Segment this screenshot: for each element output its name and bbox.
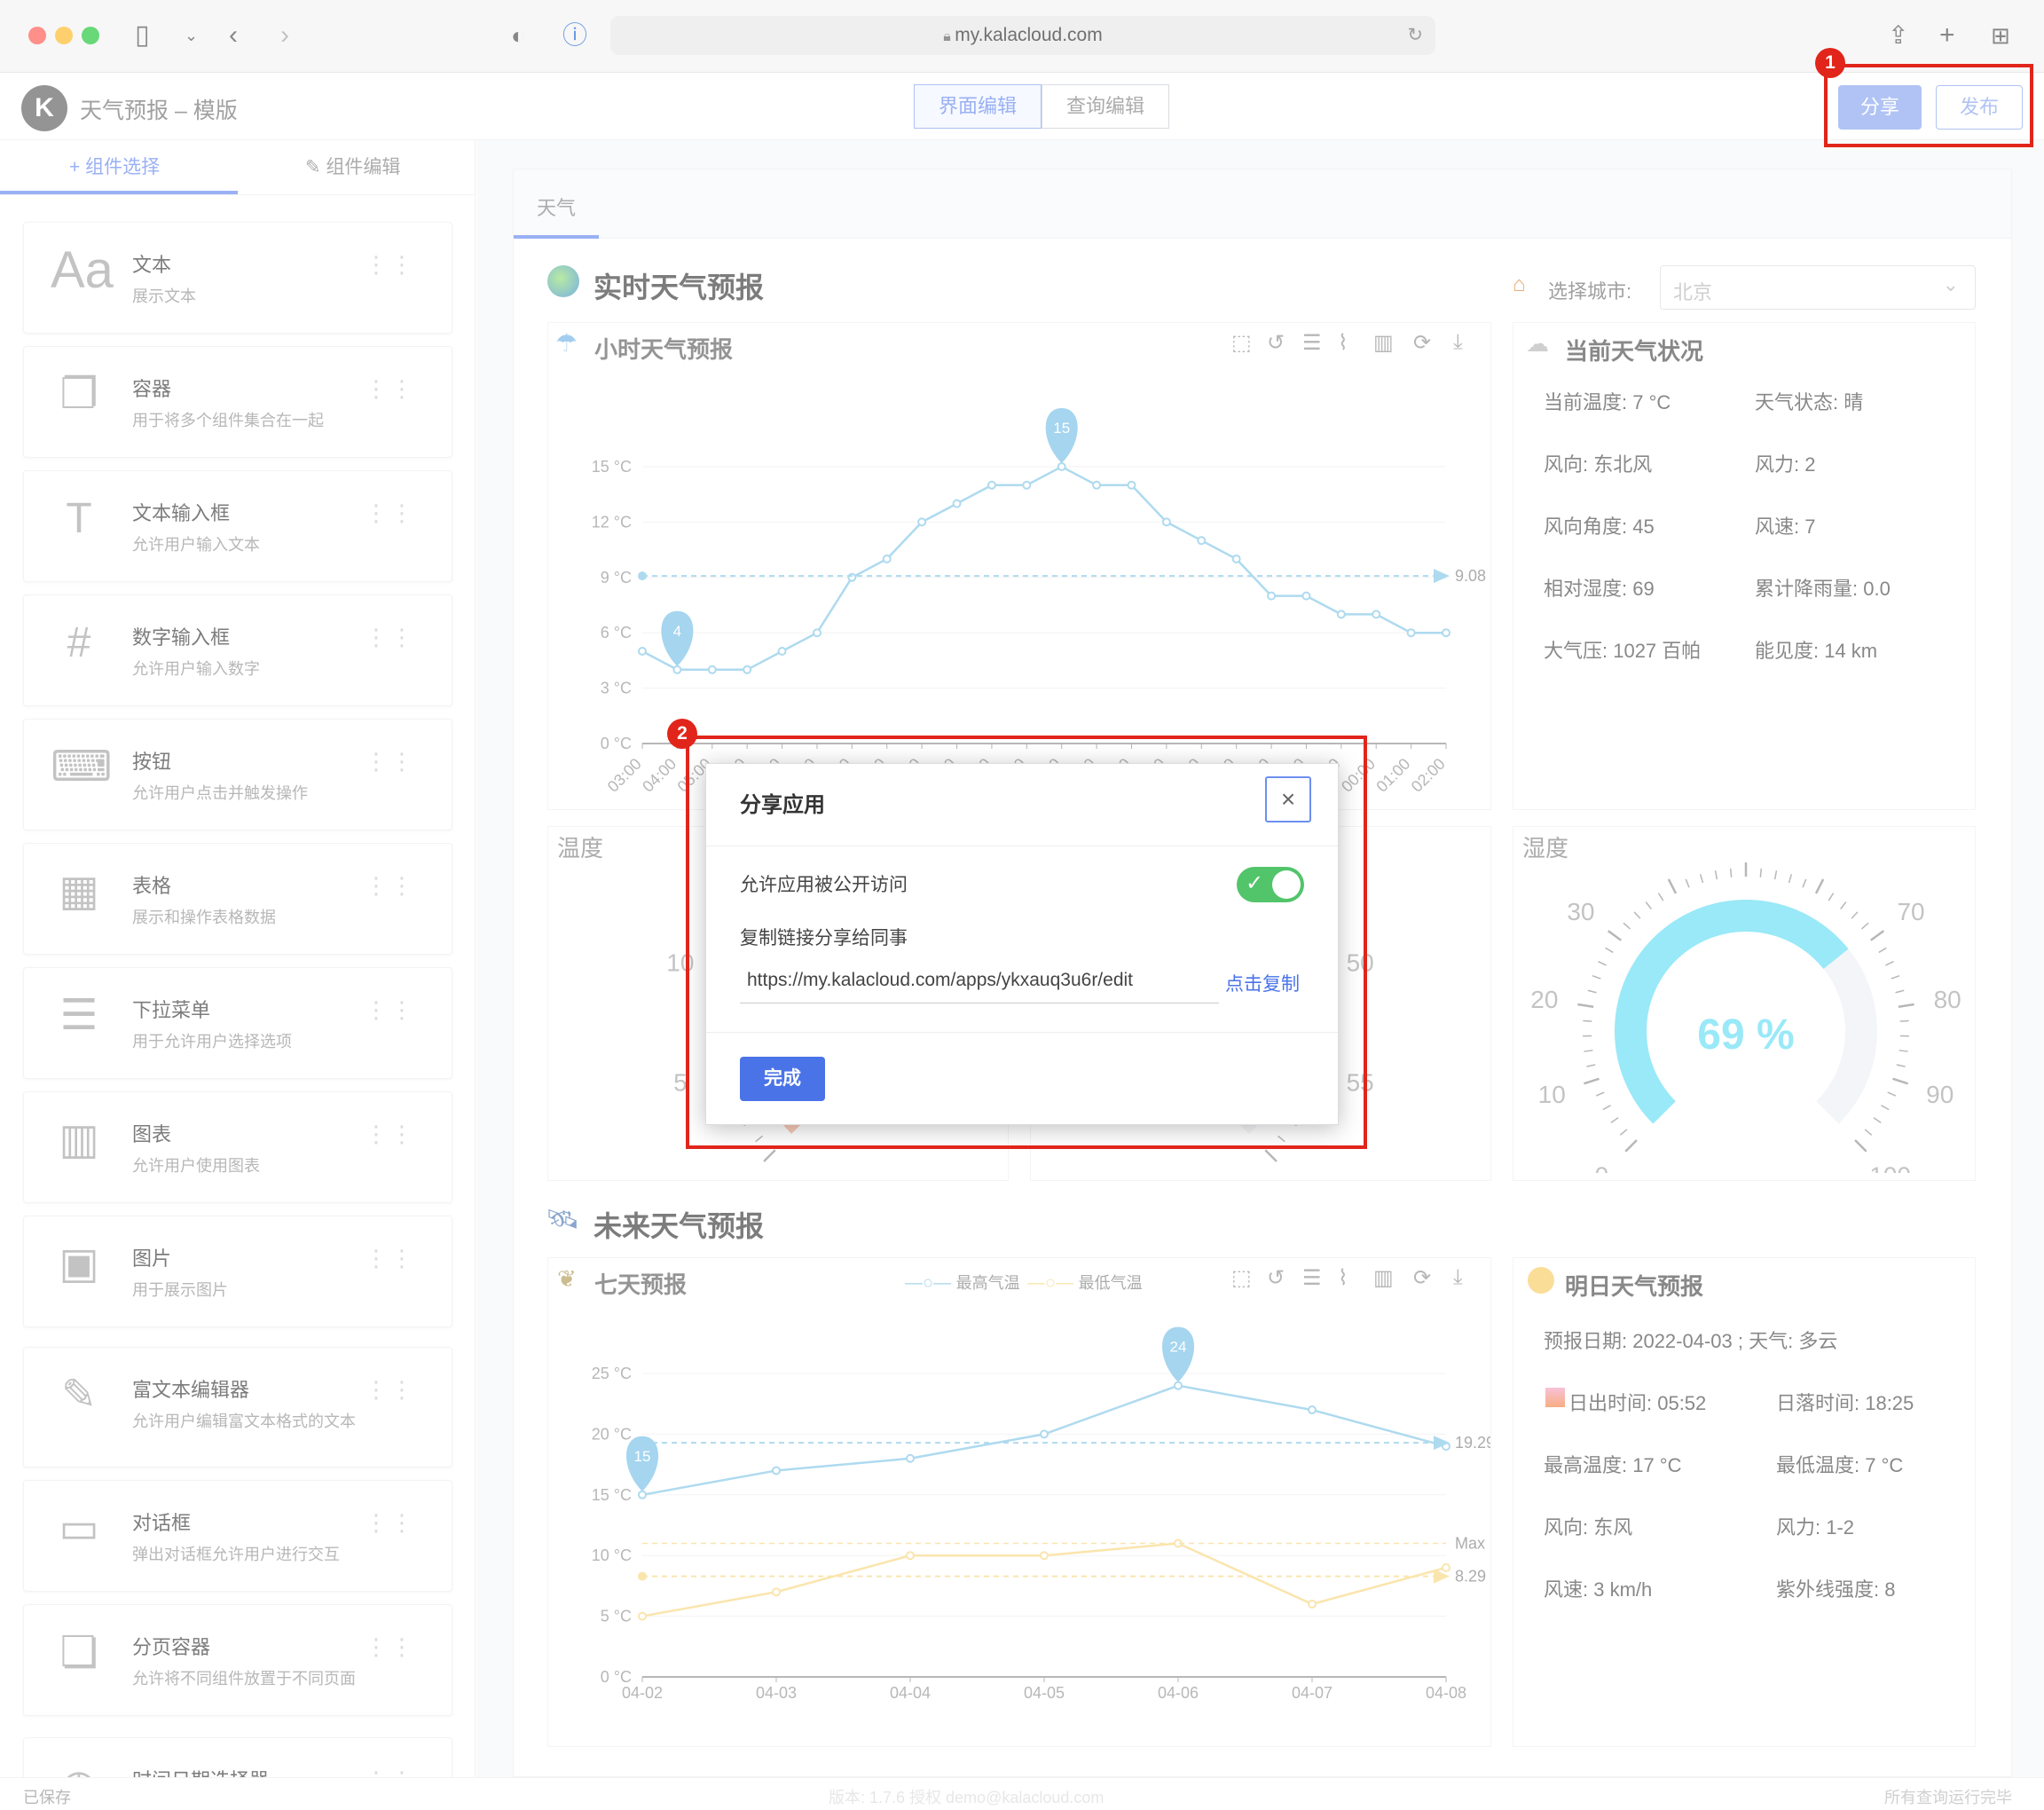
annotation-box-dialog	[686, 736, 1367, 1149]
annotation-box-share	[1824, 64, 2033, 147]
annotation-badge-2: 2	[667, 719, 697, 749]
annotation-badge-1: 1	[1815, 48, 1845, 78]
